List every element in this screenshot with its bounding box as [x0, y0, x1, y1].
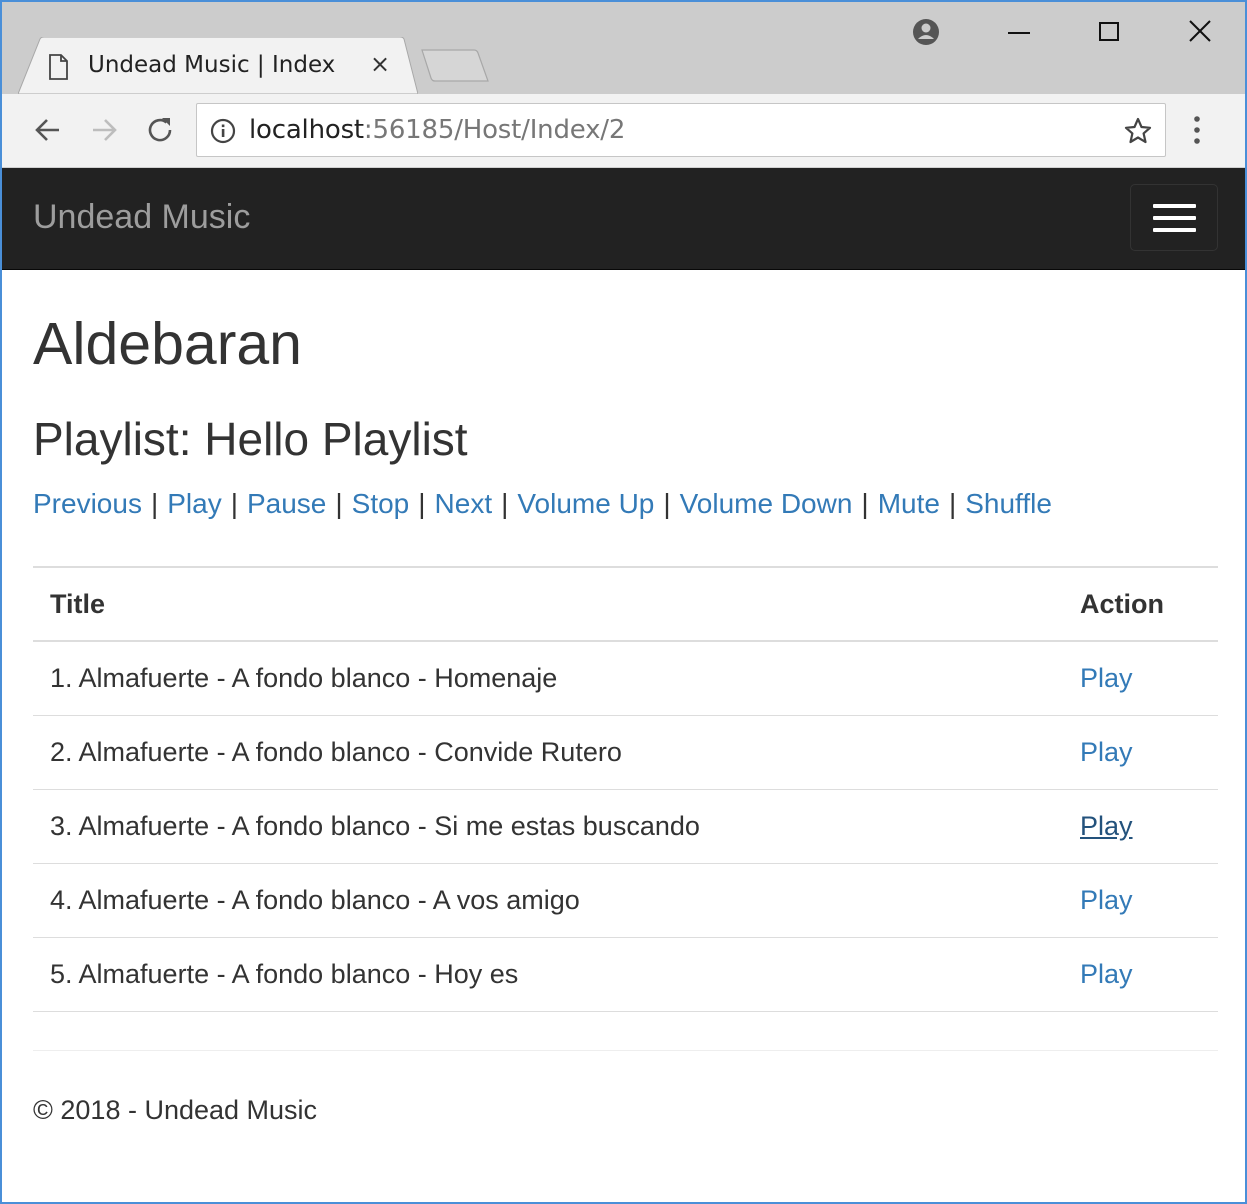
vertical-dots-icon[interactable]	[1191, 114, 1203, 146]
url-path: :56185/Host/Index/2	[363, 115, 626, 145]
tab-strip: Undead Music | Index ×	[2, 2, 1245, 94]
play-track-link[interactable]: Play	[1080, 663, 1133, 693]
info-icon[interactable]	[209, 117, 237, 145]
playlist-heading: Playlist: Hello Playlist	[33, 413, 468, 465]
separator: |	[335, 488, 343, 519]
separator: |	[150, 488, 159, 519]
new-tab-button[interactable]	[420, 48, 492, 84]
player-controls: Previous | Play | Pause | Stop | Next | Volume Up |…	[33, 488, 1052, 520]
action-cell: Play	[1063, 863, 1218, 938]
table-row: 3. Almafuerte - A fondo blanco - Si me e…	[33, 789, 1218, 864]
separator: |	[230, 488, 238, 519]
play-track-link[interactable]: Play	[1080, 811, 1133, 841]
hamburger-bar	[1153, 216, 1196, 220]
next-link[interactable]: Next	[435, 488, 493, 519]
browser-tab[interactable]: Undead Music | Index ×	[18, 37, 418, 94]
play-track-link[interactable]: Play	[1080, 737, 1133, 767]
hamburger-bar	[1153, 228, 1196, 232]
separator: |	[948, 488, 957, 519]
shuffle-link[interactable]: Shuffle	[965, 488, 1052, 519]
minimize-icon[interactable]	[1004, 16, 1034, 46]
browser-toolbar: localhost:56185/Host/Index/2	[2, 94, 1245, 168]
action-column-header: Action	[1063, 566, 1218, 642]
reload-icon[interactable]	[143, 113, 177, 147]
maximize-icon[interactable]	[1094, 16, 1124, 46]
tab-close-button[interactable]: ×	[370, 50, 390, 78]
play-track-link[interactable]: Play	[1080, 959, 1133, 989]
url-text[interactable]: localhost:56185/Host/Index/2	[249, 115, 625, 145]
site-navbar: Undead Music	[2, 168, 1245, 270]
table-row: 2. Almafuerte - A fondo blanco - Convide…	[33, 715, 1218, 790]
footer-divider	[33, 1050, 1218, 1051]
table-row: 1. Almafuerte - A fondo blanco - Homenaj…	[33, 641, 1218, 716]
separator: |	[418, 488, 426, 519]
browser-window: Undead Music | Index × localhost:56185/H…	[0, 0, 1247, 1204]
track-title: 1. Almafuerte - A fondo blanco - Homenaj…	[33, 641, 1063, 716]
footer-text: © 2018 - Undead Music	[33, 1095, 318, 1125]
table-row: 5. Almafuerte - A fondo blanco - Hoy es …	[33, 937, 1218, 1012]
hamburger-bar	[1153, 204, 1196, 208]
document-icon	[49, 54, 68, 80]
mute-link[interactable]: Mute	[878, 488, 940, 519]
separator: |	[501, 488, 509, 519]
track-title: 4. Almafuerte - A fondo blanco - A vos a…	[33, 863, 1063, 938]
action-cell: Play	[1063, 715, 1218, 790]
address-bar[interactable]: localhost:56185/Host/Index/2	[196, 103, 1166, 157]
table-header-row: Title Action	[33, 566, 1218, 642]
star-icon[interactable]	[1123, 116, 1153, 146]
action-cell: Play	[1063, 641, 1218, 716]
back-arrow-icon[interactable]	[31, 113, 65, 147]
track-title: 3. Almafuerte - A fondo blanco - Si me e…	[33, 789, 1063, 864]
volume-up-link[interactable]: Volume Up	[517, 488, 654, 519]
navbar-toggle-button[interactable]	[1130, 184, 1218, 251]
forward-arrow-icon[interactable]	[87, 113, 121, 147]
url-host: localhost	[249, 115, 364, 145]
track-title: 5. Almafuerte - A fondo blanco - Hoy es	[33, 937, 1063, 1012]
stop-link[interactable]: Stop	[352, 488, 410, 519]
play-link[interactable]: Play	[167, 488, 221, 519]
volume-down-link[interactable]: Volume Down	[680, 488, 853, 519]
window-close-icon[interactable]	[1185, 16, 1215, 46]
title-column-header: Title	[33, 566, 1063, 642]
table-row: 4. Almafuerte - A fondo blanco - A vos a…	[33, 863, 1218, 938]
action-cell: Play	[1063, 937, 1218, 1012]
host-heading: Aldebaran	[33, 311, 302, 377]
track-title: 2. Almafuerte - A fondo blanco - Convide…	[33, 715, 1063, 790]
tab-title: Undead Music | Index	[88, 52, 336, 78]
profile-icon[interactable]	[910, 16, 942, 48]
play-track-link[interactable]: Play	[1080, 885, 1133, 915]
action-cell: Play	[1063, 789, 1218, 864]
pause-link[interactable]: Pause	[247, 488, 326, 519]
previous-link[interactable]: Previous	[33, 488, 142, 519]
playlist-table: Title Action 1. Almafuerte - A fondo bla…	[33, 566, 1218, 1012]
separator: |	[663, 488, 671, 519]
separator: |	[861, 488, 869, 519]
brand-link[interactable]: Undead Music	[33, 198, 250, 237]
